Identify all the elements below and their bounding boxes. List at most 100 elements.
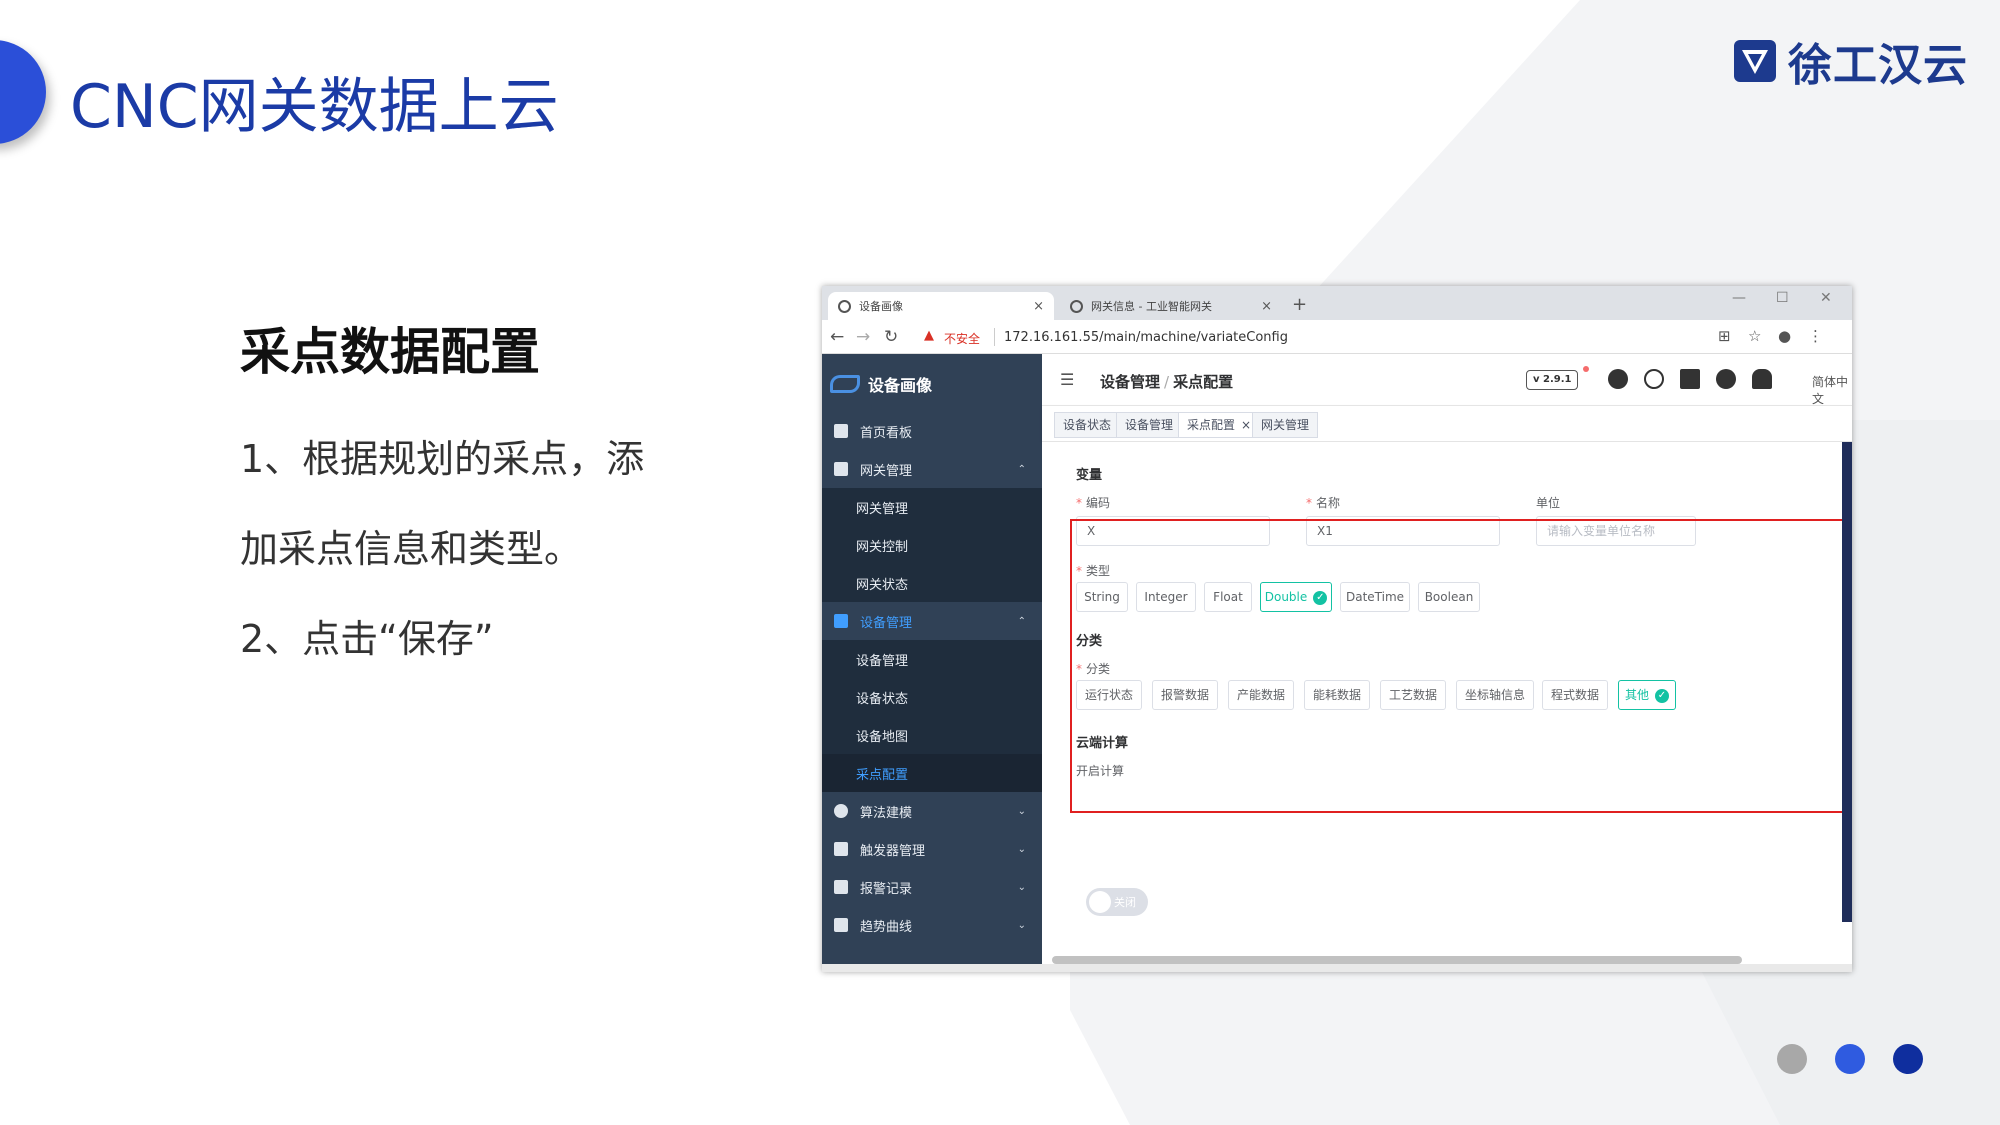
warning-icon: ▲ [924,328,934,343]
sidebar-item-label: 报警记录 [860,881,913,897]
sidebar-item-label: 网关管理 [860,463,913,479]
reload-icon[interactable]: ↻ [884,327,898,347]
sidebar-item-alarm-records[interactable]: 报警记录 ⌄ [822,868,1042,906]
back-arrow-icon[interactable]: ← [830,327,844,347]
globe-icon [1070,299,1083,313]
browser-tabbar: 设备画像 × 网关信息 - 工业智能网关 × + — ☐ ✕ [822,286,1852,320]
tag-close-icon[interactable]: × [1241,418,1251,432]
app-brand[interactable]: 设备画像 [830,372,932,396]
page-dots [1777,1044,1923,1074]
highlight-frame [1070,519,1852,813]
browser-tab-device-portrait[interactable]: 设备画像 × [828,292,1054,320]
new-tab-button[interactable]: + [1292,294,1307,315]
address-bar: ← → ↻ ▲ 不安全 172.16.161.55/main/machine/v… [822,320,1852,354]
sidebar-sub-gateway-status[interactable]: 网关状态 [822,564,1042,602]
code-label: * 编码 [1076,496,1111,510]
sidebar-sub-point-config[interactable]: 采点配置 [822,754,1042,792]
url-separator [994,328,995,346]
page-dot-1[interactable] [1777,1044,1807,1074]
browser-tab-gateway-info[interactable]: 网关信息 - 工业智能网关 × [1060,292,1282,320]
page-dot-2[interactable] [1835,1044,1865,1074]
name-label-text: 名称 [1316,496,1341,510]
sidebar-item-trend-curve[interactable]: 趋势曲线 ⌄ [822,906,1042,944]
calc-toggle-switch[interactable]: 关闭 [1086,888,1148,916]
sidebar-item-algorithm-modeling[interactable]: 算法建模 ⌄ [822,792,1042,830]
url-text[interactable]: 172.16.161.55/main/machine/variateConfig [1004,330,1288,345]
sidebar-item-label: 首页看板 [860,425,913,441]
toggle-text: 关闭 [1114,896,1136,909]
browser-tab-label: 设备画像 [859,300,903,313]
bell-icon[interactable] [1752,369,1772,389]
close-window-button[interactable]: ✕ [1820,290,1832,306]
tag-point-config[interactable]: 采点配置 × [1178,412,1261,438]
name-label: * 名称 [1306,496,1341,510]
sidebar-item-dashboard[interactable]: 首页看板 [822,412,1042,450]
sidebar-item-label: 算法建模 [860,805,913,821]
chevron-down-icon: ⌄ [1017,843,1026,855]
fullscreen-icon[interactable] [1680,369,1700,389]
company-logo: 徐工汉云 [1732,36,1968,91]
theme-icon[interactable] [1608,369,1628,389]
account-icon[interactable]: ● [1778,327,1791,345]
globe-icon [838,299,851,313]
sidebar-sub-device-management[interactable]: 设备管理 [822,640,1042,678]
logo-mark-icon [1734,40,1776,82]
trend-chart-icon [834,918,848,932]
logo-text: 徐工汉云 [1788,40,1968,91]
section-heading: 采点数据配置 [240,323,540,381]
right-edge-strip [1842,442,1852,922]
forward-arrow-icon[interactable]: → [856,327,870,347]
sidebar-item-label: 趋势曲线 [860,919,913,935]
help-icon[interactable] [1716,369,1736,389]
sidebar-item-trigger-management[interactable]: 触发器管理 ⌄ [822,830,1042,868]
sidebar-sub-device-map[interactable]: 设备地图 [822,716,1042,754]
version-badge[interactable]: v 2.9.1 [1526,370,1579,390]
hamburger-icon[interactable]: ☰ [1060,370,1074,389]
app-sidebar: 设备画像 首页看板 网关管理 ⌃ 网关管理 网关控制 网关状态 设备管理 ⌃ 设… [822,354,1042,972]
minimize-button[interactable]: — [1732,290,1746,306]
title-accent-arc [0,40,46,144]
breadcrumb-current: 采点配置 [1173,373,1234,391]
translate-icon[interactable]: ⊞ [1718,327,1731,345]
sidebar-item-label: 触发器管理 [860,843,926,859]
sidebar-item-gateway-management[interactable]: 网关管理 ⌃ [822,450,1042,488]
browser-tab-label: 网关信息 - 工业智能网关 [1091,300,1212,313]
unit-label: 单位 [1536,496,1561,510]
body-line-3: 2、点击“保存” [240,617,494,661]
brand-logo-icon [830,375,860,393]
tags-view-bar: 设备状态 设备管理 采点配置 × 网关管理 [1042,406,1852,442]
status-bar [822,964,1852,972]
algorithm-icon [834,804,848,818]
cloud-icon[interactable] [1644,369,1664,389]
maximize-button[interactable]: ☐ [1776,290,1789,306]
menu-kebab-icon[interactable]: ⋮ [1808,327,1823,345]
language-select[interactable]: 简体中文 [1812,373,1852,407]
chevron-up-icon: ⌃ [1017,615,1026,627]
browser-screenshot: 设备画像 × 网关信息 - 工业智能网关 × + — ☐ ✕ ← → ↻ ▲ 不… [822,286,1852,972]
breadcrumb-parent[interactable]: 设备管理 [1100,373,1160,391]
tag-device-management[interactable]: 设备管理 [1116,412,1183,438]
chevron-down-icon: ⌄ [1017,881,1026,893]
breadcrumb: 设备管理 / 采点配置 [1100,371,1233,392]
code-label-text: 编码 [1086,496,1111,510]
insecure-label[interactable]: 不安全 [944,330,980,347]
sidebar-sub-gateway-management[interactable]: 网关管理 [822,488,1042,526]
section-variable-title: 变量 [1076,468,1103,483]
sidebar-sub-device-status[interactable]: 设备状态 [822,678,1042,716]
device-icon [834,614,848,628]
horizontal-scrollbar[interactable] [1052,956,1742,964]
sidebar-item-device-management[interactable]: 设备管理 ⌃ [822,602,1042,640]
tab-close-icon[interactable]: × [1261,299,1272,314]
sidebar-sub-gateway-control[interactable]: 网关控制 [822,526,1042,564]
body-line-1: 1、根据规划的采点，添 [240,437,645,481]
tag-gateway-management[interactable]: 网关管理 [1252,412,1319,438]
sidebar-item-label: 设备管理 [860,615,913,631]
tag-device-status[interactable]: 设备状态 [1054,412,1121,438]
star-icon[interactable]: ☆ [1748,327,1761,345]
tab-close-icon[interactable]: × [1033,299,1044,314]
brand-text: 设备画像 [868,376,933,395]
page-dot-3[interactable] [1893,1044,1923,1074]
notification-dot [1583,366,1589,372]
slide-title: CNC网关数据上云 [70,72,559,142]
app-topnav: ☰ 设备管理 / 采点配置 v 2.9.1 简体中文 [1042,354,1852,406]
